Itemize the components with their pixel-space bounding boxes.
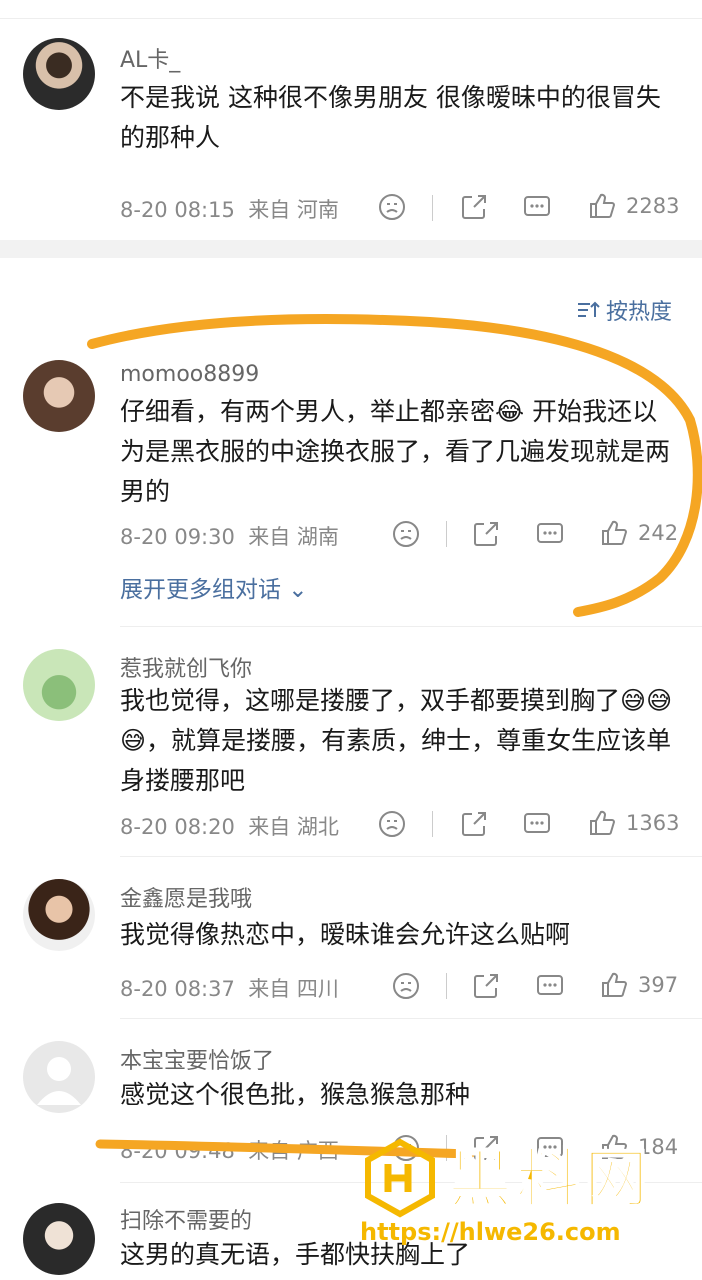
watermark: 黑料网 https://hlwe26.com: [360, 1130, 680, 1280]
watermark-url: https://hlwe26.com: [360, 1218, 621, 1246]
watermark-logo-icon: [365, 1138, 435, 1218]
annotation-overlay: [87, 314, 702, 1159]
annotation-circle-stroke: [87, 314, 702, 617]
watermark-brand: 黑料网: [447, 1142, 652, 1218]
